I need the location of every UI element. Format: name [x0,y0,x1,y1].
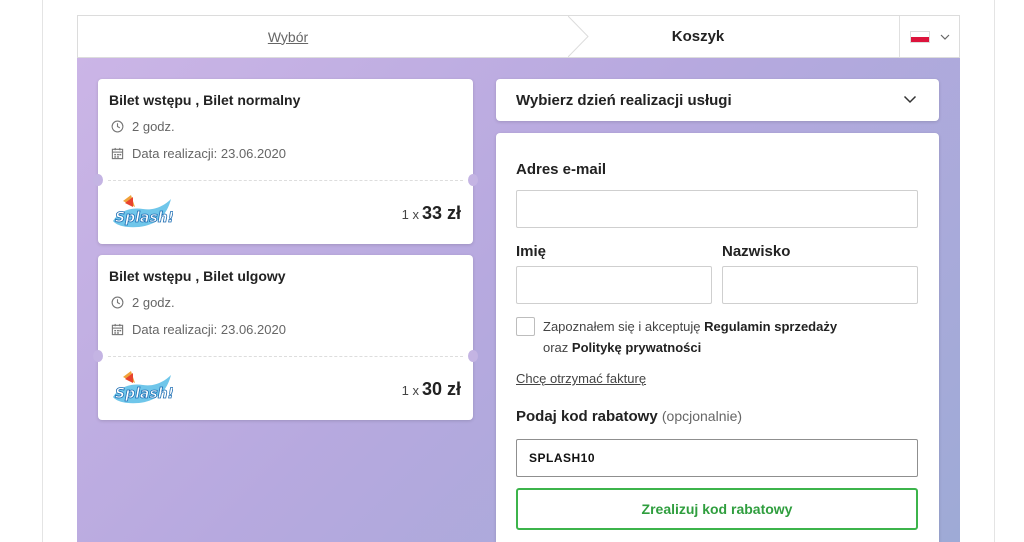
ticket-date-text: Data realizacji: 23.06.2020 [132,146,286,161]
terms-link[interactable]: Regulamin sprzedaży [704,319,837,334]
checkout-steps: Wybór Koszyk [77,15,960,58]
ticket-duration-text: 2 godz. [132,119,175,134]
consent-mid: oraz [543,340,572,355]
ticket-notch [93,174,103,186]
splash-logo: Splash! [113,371,173,404]
discount-code-field[interactable] [516,439,918,477]
email-field[interactable] [516,190,918,228]
service-date-dropdown[interactable]: Wybierz dzień realizacji usługi [496,79,939,121]
terms-checkbox[interactable] [516,317,535,336]
email-label: Adres e-mail [516,161,607,178]
service-date-label: Wybierz dzień realizacji usługi [516,92,732,109]
invoice-link[interactable]: Chcę otrzymać fakturę [516,371,646,386]
svg-text:Splash!: Splash! [115,386,173,402]
privacy-link[interactable]: Politykę prywatności [572,340,701,355]
clock-icon [111,296,124,309]
discount-optional: (opcjonalnie) [661,408,743,424]
checkout-main: Bilet wstępu , Bilet normalny 2 godz. Da… [77,58,960,542]
ticket-title: Bilet wstępu , Bilet ulgowy [109,268,286,284]
ticket-price: 1 x 33 zł [402,203,461,224]
ticket-date-text: Data realizacji: 23.06.2020 [132,322,286,337]
splash-logo: Splash! [113,195,173,228]
ticket-divider [108,356,463,357]
svg-text:Splash!: Splash! [115,210,173,226]
poland-flag-icon [909,30,930,43]
chevron-down-icon [940,34,949,40]
ticket-date: Data realizacji: 23.06.2020 [111,322,286,337]
first-name-field[interactable] [516,266,712,304]
ticket-duration: 2 godz. [111,119,175,134]
first-name-label: Imię [516,243,547,260]
redeem-discount-button[interactable]: Zrealizuj kod rabatowy [516,488,918,530]
calendar-icon [111,147,124,160]
ticket-notch [93,350,103,362]
customer-form: Adres e-mail Imię Nazwisko Zapoznałem si… [496,133,939,542]
terms-consent-text: Zapoznałem się i akceptuję Regulamin spr… [543,316,843,358]
ticket-quantity: 1 x [401,383,419,398]
ticket-duration-text: 2 godz. [132,295,175,310]
ticket-amount: 30 zł [421,379,461,399]
cart-ticket: Bilet wstępu , Bilet normalny 2 godz. Da… [93,79,478,244]
ticket-amount: 33 zł [421,203,461,223]
step-koszyk: Koszyk [671,28,725,45]
ticket-duration: 2 godz. [111,295,175,310]
ticket-divider [108,180,463,181]
discount-label: Podaj kod rabatowy (opcjonalnie) [516,408,742,425]
ticket-title: Bilet wstępu , Bilet normalny [109,92,301,108]
ticket-date: Data realizacji: 23.06.2020 [111,146,286,161]
last-name-field[interactable] [722,266,918,304]
cart-ticket: Bilet wstępu , Bilet ulgowy 2 godz. Data… [93,255,478,420]
chevron-down-icon [903,95,917,104]
language-selector[interactable] [899,16,959,57]
calendar-icon [111,323,124,336]
last-name-label: Nazwisko [722,243,791,260]
ticket-notch [468,350,478,362]
ticket-quantity: 1 x [401,207,419,222]
consent-prefix: Zapoznałem się i akceptuję [543,319,705,334]
clock-icon [111,120,124,133]
ticket-price: 1 x 30 zł [402,379,461,400]
step-wybor-link[interactable]: Wybór [78,16,498,57]
discount-label-text: Podaj kod rabatowy [516,408,658,425]
ticket-notch [468,174,478,186]
